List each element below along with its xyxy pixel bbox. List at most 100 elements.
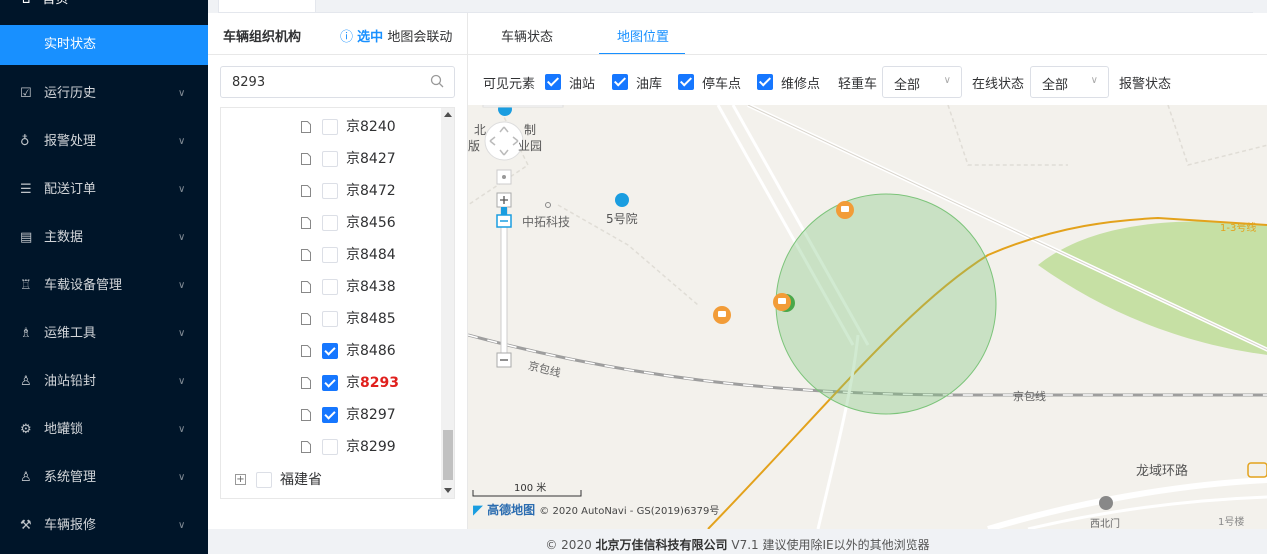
- scrollbar-thumb[interactable]: [443, 430, 453, 480]
- file-icon: [301, 153, 311, 165]
- footer-suffix: V7.1 建议使用除IE以外的其他浏览器: [731, 538, 930, 552]
- sidebar-item-label: 运行历史: [44, 86, 97, 101]
- tree-node-vehicle[interactable]: 京8438: [301, 271, 431, 303]
- sidebar-item-label: 主数据: [44, 230, 84, 245]
- sidebar-item-label: 实时状态: [44, 37, 97, 52]
- copyright-text: © 2020 AutoNavi - GS(2019)6379号: [539, 506, 720, 517]
- doc-icon: ▤: [20, 230, 33, 245]
- sidebar-item-home[interactable]: ⌂ 首页: [0, 0, 208, 12]
- tree-node-vehicle[interactable]: 京8427: [301, 143, 431, 175]
- tree-node-province[interactable]: + 福建省: [235, 464, 435, 496]
- checkbox[interactable]: [322, 247, 338, 263]
- checkbox[interactable]: [322, 183, 338, 199]
- alarm-label: 报警状态: [1119, 77, 1172, 92]
- sidebar-item-bell[interactable]: ♁ 报警处理 ∨: [0, 118, 208, 166]
- tool-icon: ♗: [20, 326, 32, 341]
- tree-node-vehicle[interactable]: 京8456: [301, 207, 431, 239]
- map-logo-text: 高德地图: [487, 503, 536, 517]
- tree-scrollbar[interactable]: [441, 108, 454, 498]
- sidebar-item-user[interactable]: ♙ 系统管理 ∨: [0, 454, 208, 502]
- file-icon: [301, 313, 311, 325]
- sidebar-item-doc[interactable]: ▤ 主数据 ∨: [0, 214, 208, 262]
- checkbox[interactable]: [322, 119, 338, 135]
- map-label: 龙域环路: [1136, 464, 1189, 479]
- building-icon: [615, 193, 629, 207]
- tree-node-label: 京8456: [346, 207, 396, 239]
- chevron-down-icon: ∨: [178, 520, 186, 531]
- tree-node-vehicle[interactable]: 京8293: [301, 367, 431, 399]
- checkbox-repair[interactable]: [757, 74, 773, 90]
- search-icon[interactable]: [430, 74, 444, 92]
- tree-node-label: 京8485: [346, 303, 396, 335]
- map-label: 西北门: [1090, 519, 1120, 529]
- search-input[interactable]: [221, 67, 411, 97]
- scroll-up-icon[interactable]: [444, 112, 452, 117]
- checkbox[interactable]: [322, 343, 338, 359]
- list-icon: ☰: [20, 182, 32, 197]
- tree-node-label: 京8484: [346, 239, 396, 271]
- tab-vehicle-status[interactable]: 车辆状态: [501, 26, 553, 45]
- checkbox-parking[interactable]: [678, 74, 694, 90]
- tree-node-vehicle[interactable]: 京8297: [301, 399, 431, 431]
- plate-prefix: 京: [346, 279, 360, 295]
- tree-node-vehicle[interactable]: 京8299: [301, 431, 431, 463]
- checkbox[interactable]: [322, 311, 338, 327]
- plate-prefix: 京: [346, 183, 360, 199]
- tree-node-vehicle[interactable]: 京8484: [301, 239, 431, 271]
- zoom-slider[interactable]: [500, 206, 508, 354]
- tree-node-vehicle[interactable]: 京8472: [301, 175, 431, 207]
- weight-select[interactable]: 全部 ∨: [882, 66, 962, 98]
- file-icon: [301, 185, 311, 197]
- sidebar-item-tool[interactable]: ♗ 运维工具 ∨: [0, 310, 208, 358]
- map-filters: 可见元素 油站 油库 停车点 维修点 轻重车 全部 ∨ 在线状态 全部 ∨ 报警…: [468, 66, 1267, 98]
- map-label: 北: [474, 123, 487, 137]
- tree-node-vehicle[interactable]: 京8240: [301, 111, 431, 143]
- plate-prefix: 京: [346, 247, 360, 263]
- tab-map-location[interactable]: 地图位置: [617, 26, 669, 45]
- sidebar-item-wrench[interactable]: ⚒ 车辆报修 ∨: [0, 502, 208, 550]
- scroll-down-icon[interactable]: [444, 488, 452, 493]
- expand-icon[interactable]: +: [235, 474, 246, 485]
- map-label: 业园: [518, 139, 543, 153]
- sidebar-item-realtime[interactable]: 实时状态: [0, 25, 208, 65]
- sidebar-item-label: 系统管理: [44, 470, 97, 485]
- checkbox[interactable]: [256, 472, 272, 488]
- checkbox[interactable]: [322, 151, 338, 167]
- sidebar-item-label: 地罐锁: [44, 422, 84, 437]
- checkbox[interactable]: [322, 407, 338, 423]
- checkbox[interactable]: [322, 439, 338, 455]
- plate-prefix: 京: [346, 119, 360, 135]
- tree-node-label: 京8293: [346, 367, 399, 399]
- sidebar-item-list[interactable]: ☰ 配送订单 ∨: [0, 166, 208, 214]
- map-label: 1号楼: [1218, 517, 1245, 528]
- lock-icon: ⚙: [20, 422, 32, 437]
- sidebar-item-history[interactable]: ☑ 运行历史 ∨: [0, 70, 208, 118]
- chevron-down-icon: ∨: [943, 75, 951, 86]
- plate-number: 8486: [360, 343, 396, 359]
- geofence-circle[interactable]: [775, 193, 997, 415]
- divider: [468, 54, 1267, 55]
- plate-prefix: 京: [346, 375, 360, 391]
- sidebar-item-device[interactable]: ♖ 车载设备管理 ∨: [0, 262, 208, 310]
- plate-number: 8240: [360, 119, 396, 135]
- map-copyright: ◤ 高德地图 © 2020 AutoNavi - GS(2019)6379号: [473, 501, 719, 518]
- page-tab[interactable]: [218, 0, 316, 13]
- checkbox-oil-depot[interactable]: [612, 74, 628, 90]
- plate-number: 8485: [360, 311, 396, 327]
- sidebar-item-label: 油站铅封: [44, 374, 97, 389]
- checkbox[interactable]: [322, 375, 338, 391]
- sidebar-item-lock[interactable]: ⚙ 地罐锁 ∨: [0, 406, 208, 454]
- checkbox[interactable]: [322, 215, 338, 231]
- seal-icon: ♙: [20, 374, 32, 389]
- map-canvas[interactable]: 北 版 制 业园 中拓科技 5号院 京包线 京包线 龙域环路 1-3号线 西北门…: [468, 105, 1267, 529]
- select-value: 全部: [1042, 78, 1069, 93]
- tree-node-vehicle[interactable]: 京8486: [301, 335, 431, 367]
- tree-node-vehicle[interactable]: 京8485: [301, 303, 431, 335]
- checkbox[interactable]: [322, 279, 338, 295]
- tree-node-label: 京8427: [346, 143, 396, 175]
- online-select[interactable]: 全部 ∨: [1030, 66, 1109, 98]
- map-label: 版: [468, 139, 481, 153]
- sidebar-item-seal[interactable]: ♙ 油站铅封 ∨: [0, 358, 208, 406]
- checkbox-gas-station[interactable]: [545, 74, 561, 90]
- plate-prefix: 京: [346, 439, 360, 455]
